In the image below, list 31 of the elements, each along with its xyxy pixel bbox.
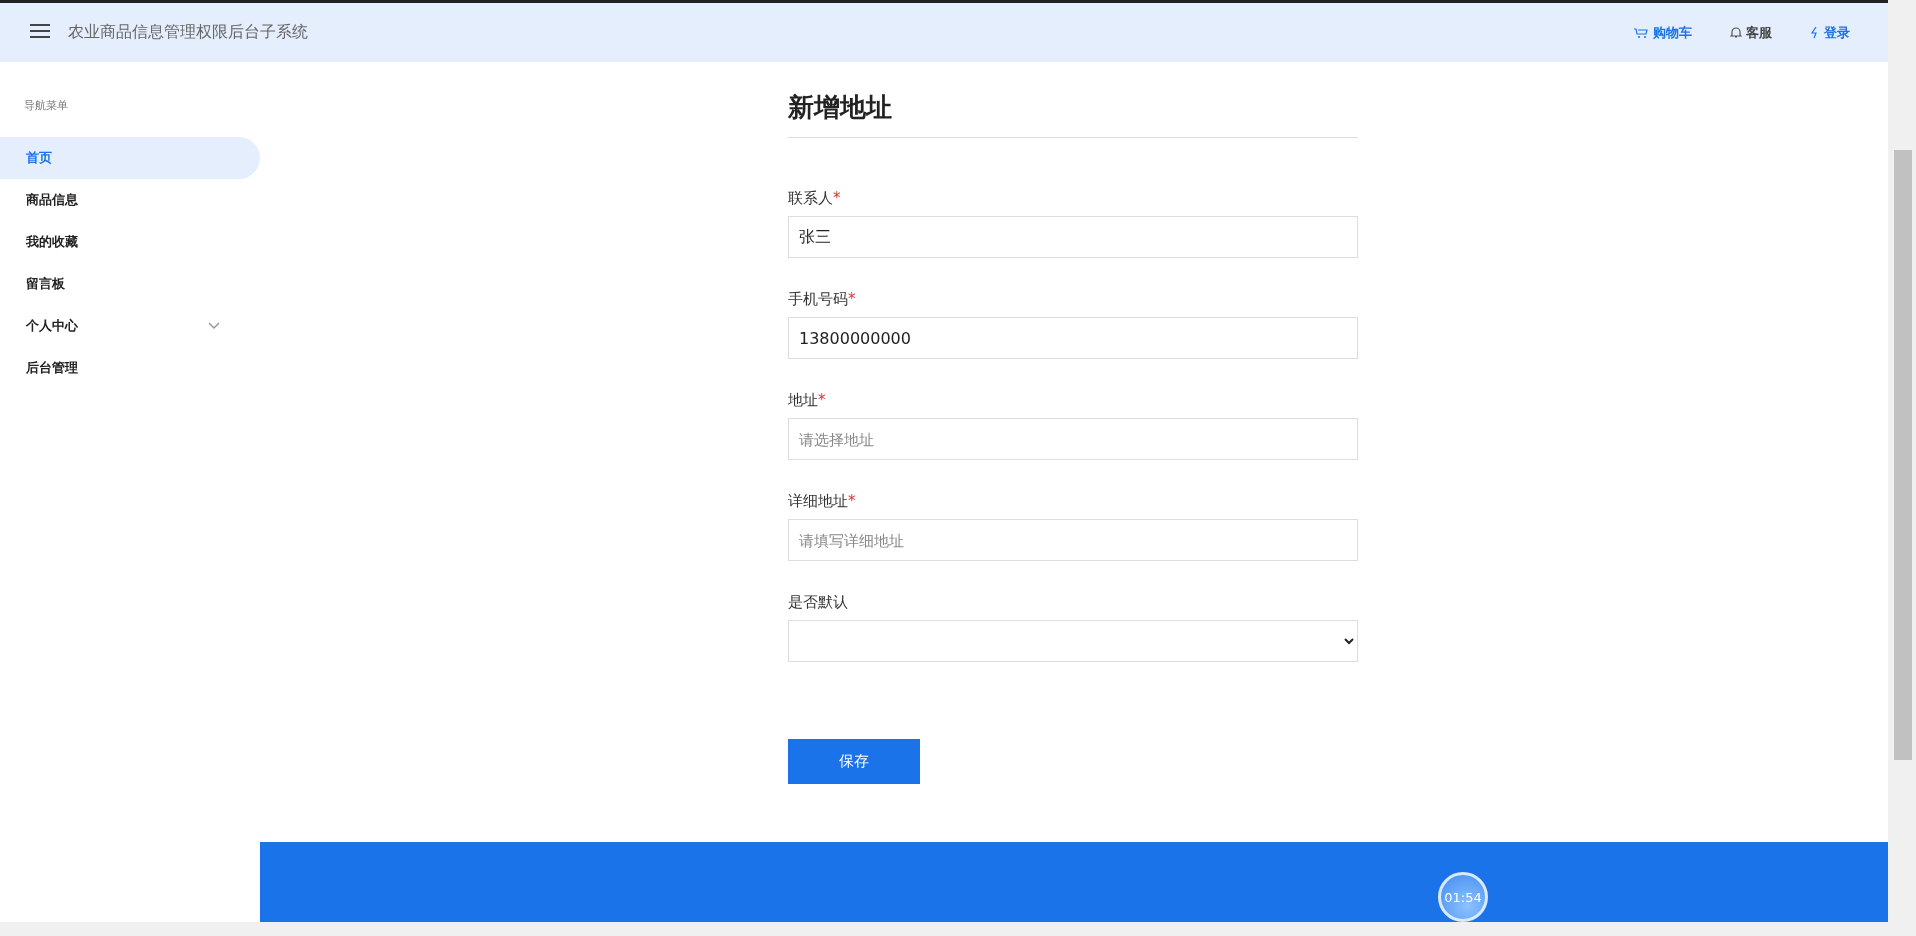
save-button[interactable]: 保存 (788, 739, 920, 784)
input-field[interactable]: 13800000000 (788, 317, 1358, 359)
nav-item[interactable]: 个人中心 (26, 317, 78, 335)
nav-item[interactable]: 我的收藏 (0, 221, 260, 263)
cart-icon (1633, 26, 1649, 39)
scrollbar-thumb[interactable] (1894, 150, 1912, 760)
field-label: 是否默认 (788, 593, 848, 612)
app-title: 农业商品信息管理权限后台子系统 (68, 22, 308, 43)
input-field[interactable]: 请填写详细地址 (788, 519, 1358, 561)
lightning-icon (1810, 26, 1820, 39)
bell-icon (1730, 26, 1742, 39)
field-label: 联系人* (788, 189, 841, 208)
nav-item[interactable]: 首页 (0, 137, 260, 179)
horizontal-scrollbar[interactable] (0, 922, 1888, 936)
header-link[interactable]: 购物车 (1633, 23, 1692, 42)
field-label: 详细地址* (788, 492, 856, 511)
chevron-down-icon[interactable] (208, 322, 220, 330)
nav-item[interactable]: 留言板 (0, 263, 260, 305)
nav-item[interactable]: 商品信息 (0, 179, 260, 221)
nav-heading: 导航菜单 (24, 98, 68, 113)
input-field[interactable]: 张三 (788, 216, 1358, 258)
select-field[interactable] (788, 620, 1358, 662)
field-label: 地址* (788, 391, 826, 410)
input-field[interactable]: 请选择地址 (788, 418, 1358, 460)
nav-item[interactable]: 后台管理 (0, 347, 260, 389)
menu-icon[interactable] (30, 24, 50, 38)
timer-badge: 01:54 (1438, 872, 1488, 922)
field-label: 手机号码* (788, 290, 856, 309)
form-title: 新增地址 (788, 91, 892, 124)
header-link[interactable]: 登录 (1810, 23, 1850, 42)
header-link[interactable]: 客服 (1730, 23, 1772, 42)
